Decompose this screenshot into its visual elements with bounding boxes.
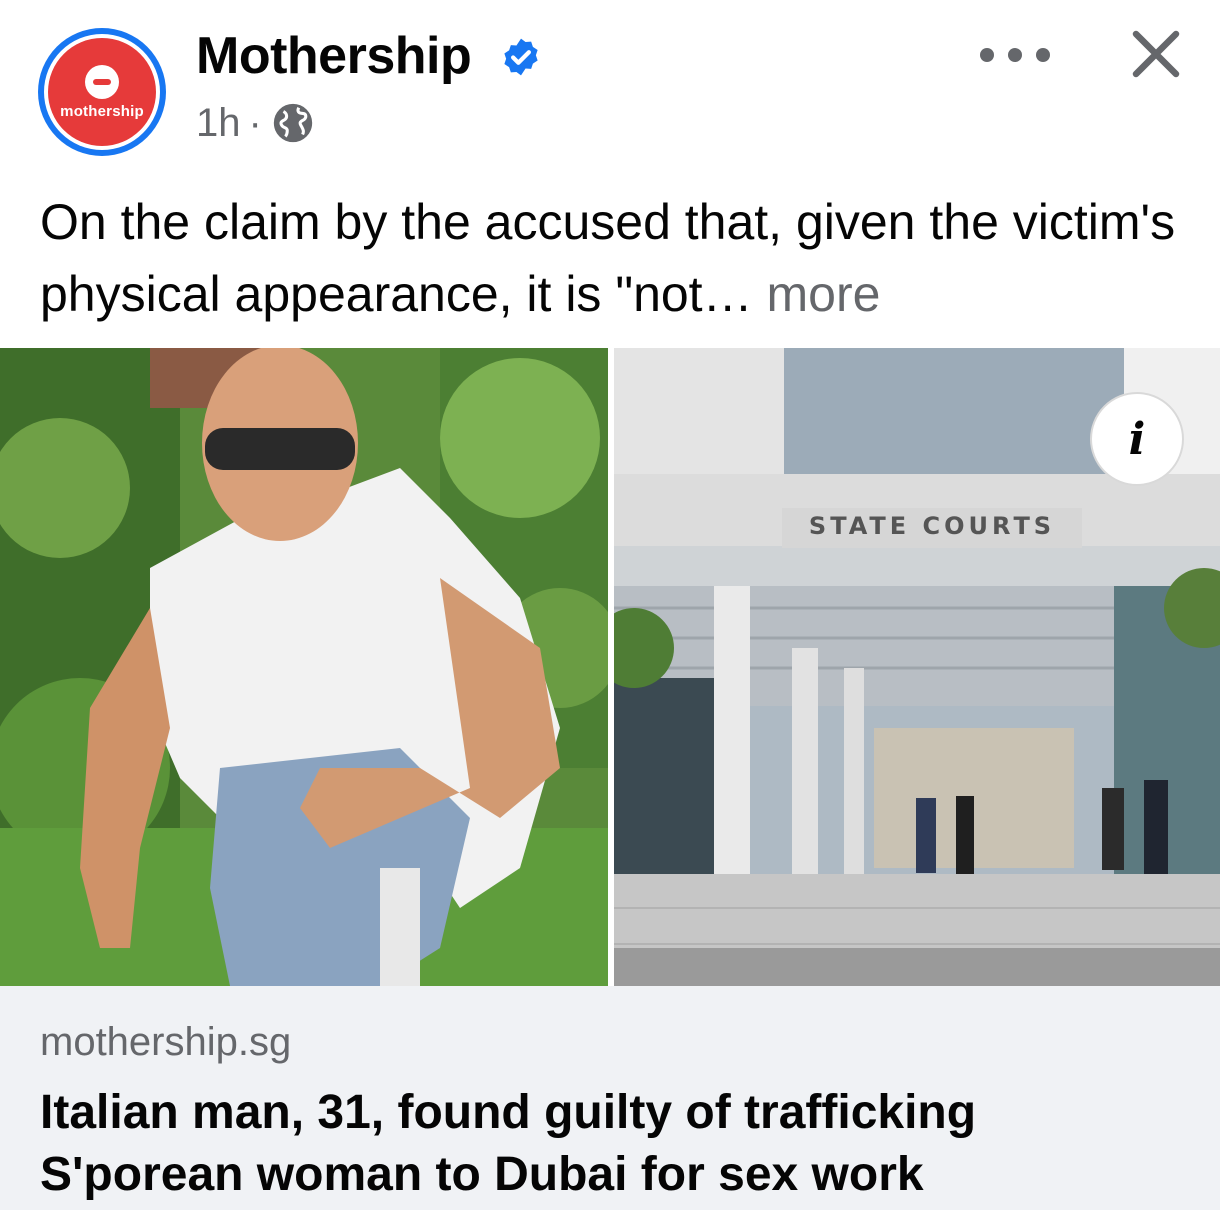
post-meta: 1h ·: [196, 100, 316, 146]
page-avatar[interactable]: mothership: [38, 28, 166, 156]
caption-text: On the claim by the accused that, given …: [40, 194, 1176, 322]
close-icon[interactable]: [1126, 24, 1186, 84]
link-domain: mothership.sg: [40, 1020, 292, 1064]
man-photo-illustration: [0, 348, 608, 986]
post-caption: On the claim by the accused that, given …: [40, 186, 1190, 330]
verified-badge-icon: [504, 38, 538, 76]
avatar-text: mothership: [60, 102, 144, 120]
photo-left[interactable]: [0, 348, 608, 986]
dot: [1008, 48, 1022, 62]
info-button[interactable]: i: [1090, 392, 1184, 486]
dot: [1036, 48, 1050, 62]
mothership-logo: mothership: [48, 38, 156, 146]
dot: [980, 48, 994, 62]
avatar-ring: mothership: [44, 34, 160, 150]
page-name[interactable]: Mothership: [196, 26, 472, 86]
globe-icon[interactable]: [270, 100, 316, 146]
meta-separator: ·: [248, 100, 262, 145]
see-more-link[interactable]: more: [766, 266, 880, 322]
more-options-icon[interactable]: [980, 40, 1050, 70]
facebook-post: mothership Mothership 1h · On the claim …: [0, 0, 1220, 1210]
link-title[interactable]: Italian man, 31, found guilty of traffic…: [40, 1082, 1190, 1206]
post-time[interactable]: 1h: [196, 101, 241, 146]
state-courts-sign: STATE COURTS: [809, 512, 1055, 540]
mothership-logo-icon: [85, 64, 119, 99]
